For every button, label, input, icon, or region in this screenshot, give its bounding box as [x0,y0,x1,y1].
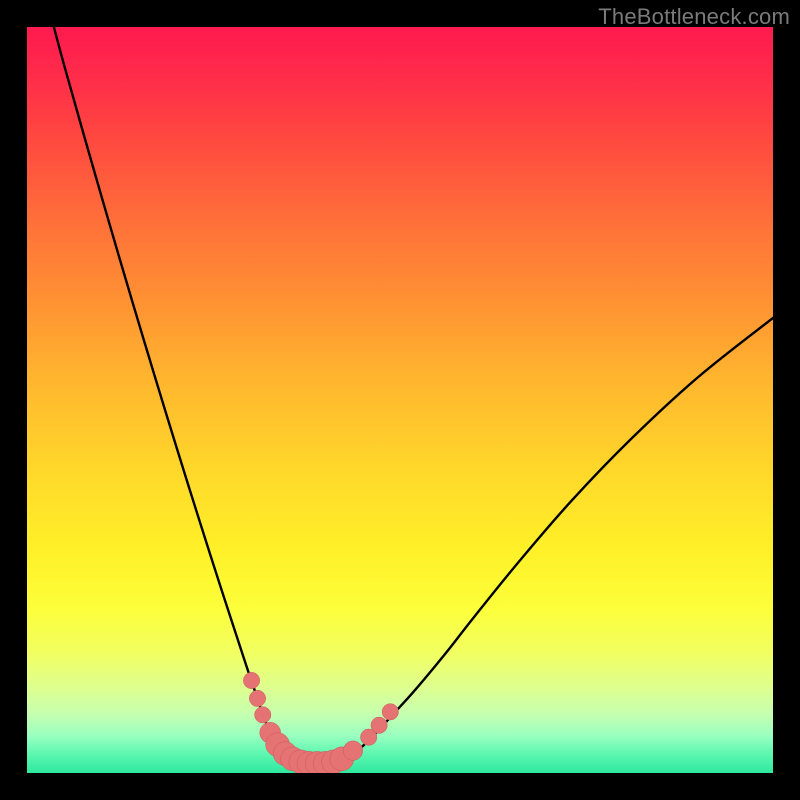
marker-13 [343,741,362,760]
marker-16 [382,704,398,720]
marker-15 [371,717,387,733]
chart-frame: TheBottleneck.com [0,0,800,800]
chart-svg [27,27,773,773]
curve-left-curve [54,27,296,758]
watermark-text: TheBottleneck.com [598,4,790,30]
marker-2 [255,707,271,723]
markers-group [243,672,398,773]
curves-group [54,27,773,758]
marker-1 [249,690,265,706]
curve-right-curve [348,318,773,758]
marker-0 [243,672,259,688]
plot-area [27,27,773,773]
